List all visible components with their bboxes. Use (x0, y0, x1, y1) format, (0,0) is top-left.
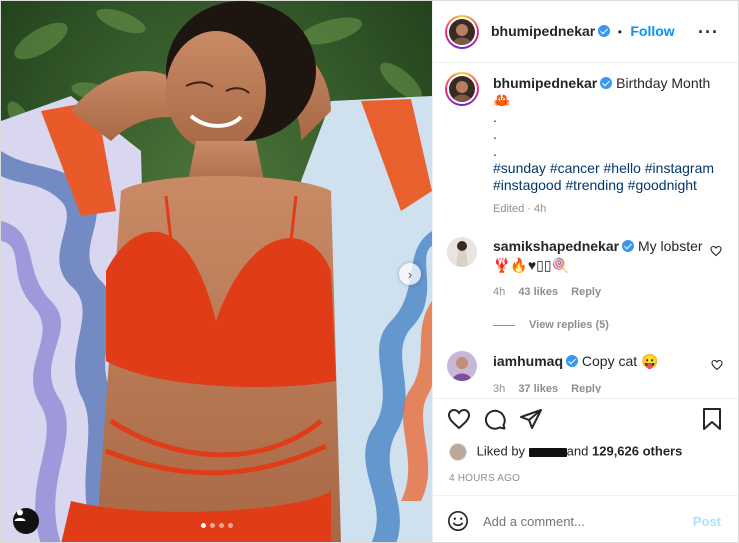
comment-body: samikshapednekar My lobster 🦞🔥♥▯▯🍭 4h 43… (493, 238, 703, 331)
comment-time: 3h (493, 383, 506, 393)
avatar-image (452, 24, 472, 45)
share-send-icon[interactable] (519, 407, 543, 431)
carousel-dot (228, 523, 233, 528)
comment-input[interactable] (483, 510, 673, 532)
user-icon (14, 509, 26, 521)
avatar-image (452, 357, 472, 381)
post-dialog: › bhumipednekar • Follow ··· bhumipednek… (0, 0, 739, 543)
liked-by: Liked by and 129,626 others (449, 443, 682, 461)
carousel-indicator (201, 523, 233, 528)
photo-illustration (1, 1, 432, 542)
replies-divider (493, 324, 515, 326)
comment-text: My lobster (637, 238, 703, 254)
caption-dot: . (493, 109, 497, 125)
redacted-username (528, 447, 567, 457)
caption-emoji: 🦀 (493, 92, 511, 108)
reply-button[interactable]: Reply (571, 286, 601, 298)
post-comment-button[interactable]: Post (693, 514, 721, 529)
avatar[interactable] (449, 19, 475, 45)
verified-badge-icon (622, 240, 635, 252)
avatar-image (456, 241, 468, 267)
header-user-line: bhumipednekar • Follow (491, 23, 675, 41)
edited-timestamp: Edited · 4h (493, 203, 547, 215)
liked-by-prefix: Liked by (476, 443, 526, 459)
comment-text-line2: 🦞🔥♥▯▯🍭 (493, 257, 570, 273)
separator: • (617, 25, 622, 39)
caption-story-ring[interactable] (445, 72, 479, 106)
post-photo[interactable]: › (1, 1, 432, 542)
add-comment-bar: Post (433, 495, 738, 542)
chevron-right-icon: › (407, 266, 413, 282)
comment-username[interactable]: iamhumaq (493, 353, 563, 369)
tagged-users-button[interactable] (13, 508, 39, 534)
comment-bubble-icon[interactable] (483, 407, 507, 431)
caption-avatar[interactable] (449, 76, 475, 102)
save-bookmark-icon[interactable] (701, 407, 723, 431)
caption-text: Birthday Month (616, 75, 711, 91)
comment-avatar[interactable] (447, 351, 477, 381)
caption-username[interactable]: bhumipednekar (493, 75, 597, 91)
post-timestamp: 4 HOURS AGO (449, 473, 521, 484)
carousel-next-button[interactable]: › (399, 263, 421, 285)
carousel-dot (210, 523, 215, 528)
follow-button[interactable]: Follow (630, 23, 674, 39)
comment-text: Copy cat 😛 (581, 353, 659, 369)
verified-badge-icon (566, 355, 579, 367)
verified-badge-icon (598, 25, 611, 37)
comment-likes[interactable]: 43 likes (518, 286, 558, 298)
comment-likes[interactable]: 37 likes (518, 383, 558, 393)
caption-hashtags[interactable]: #sunday #cancer #hello #instagram (493, 160, 728, 177)
username[interactable]: bhumipednekar (491, 23, 595, 39)
more-options-icon[interactable]: ··· (698, 22, 719, 43)
comment: iamhumaq Copy cat 😛 3h 37 likes Reply (433, 341, 738, 393)
carousel-dot (201, 523, 206, 528)
liked-by-avatar[interactable] (449, 443, 467, 461)
comment-avatar[interactable] (447, 237, 477, 267)
liked-by-and: and (566, 443, 589, 459)
post-header: bhumipednekar • Follow ··· (433, 1, 738, 63)
carousel-dot (219, 523, 224, 528)
story-ring[interactable] (445, 15, 479, 49)
view-replies-label[interactable]: View replies (5) (529, 319, 609, 331)
like-heart-icon[interactable] (447, 407, 471, 431)
comment-like-heart-icon[interactable] (710, 245, 722, 257)
caption-hashtags[interactable]: #instagood #trending #goodnight (493, 177, 728, 194)
emoji-icon[interactable] (447, 510, 469, 532)
likes-count[interactable]: 129,626 others (592, 443, 682, 458)
avatar-image (452, 81, 472, 102)
reply-button[interactable]: Reply (571, 383, 601, 393)
caption-dot: . (493, 143, 497, 159)
post-side-panel: bhumipednekar • Follow ··· bhumipednekar… (432, 1, 738, 542)
comment-like-heart-icon[interactable] (711, 359, 723, 371)
comment-meta: 3h 37 likes Reply (493, 383, 703, 393)
comment-time: 4h (493, 286, 506, 298)
caption-body: bhumipednekar Birthday Month 🦀 . . . #su… (493, 75, 728, 215)
comment-body: iamhumaq Copy cat 😛 3h 37 likes Reply (493, 353, 703, 393)
comment-username[interactable]: samikshapednekar (493, 238, 619, 254)
caption-dot: . (493, 126, 497, 142)
comment-meta: 4h 43 likes Reply (493, 286, 703, 298)
verified-badge-icon (600, 77, 613, 89)
view-replies-button[interactable]: View replies (5) (493, 319, 703, 331)
